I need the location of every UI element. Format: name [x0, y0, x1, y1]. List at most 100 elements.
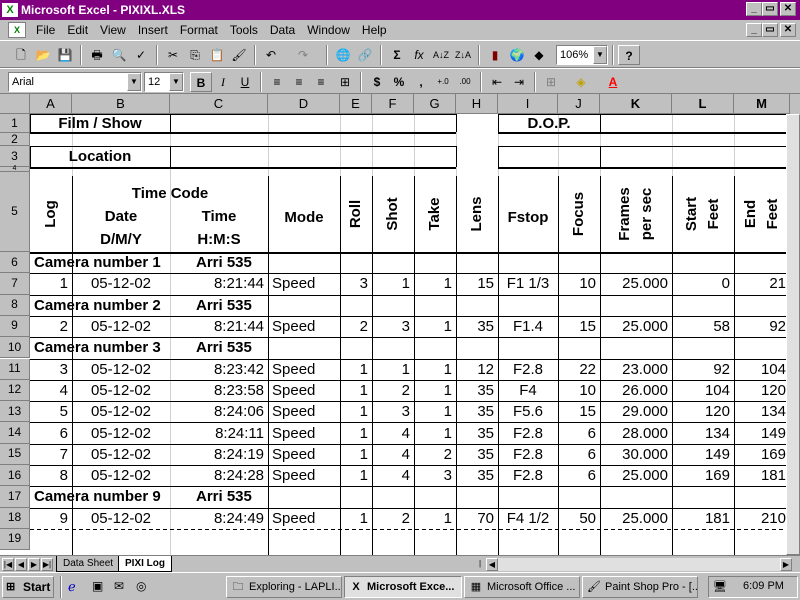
chevron-down-icon[interactable]: ▼	[127, 73, 141, 91]
select-all-corner[interactable]	[0, 94, 30, 114]
horizontal-scrollbar-track[interactable]	[498, 558, 780, 571]
column-header-m[interactable]: M	[734, 94, 790, 114]
web-toolbar-icon[interactable]: 🌐	[332, 45, 354, 65]
start-feet-cell[interactable]: 169	[672, 465, 730, 486]
take-cell[interactable]: 2	[414, 444, 452, 465]
zoom-select[interactable]: 106% ▼	[556, 45, 608, 65]
start-feet-cell[interactable]: 0	[672, 273, 730, 294]
tab-split-handle[interactable]: |	[474, 558, 486, 571]
row-header-9[interactable]: 9	[0, 315, 30, 338]
log-cell[interactable]: 2	[30, 316, 68, 337]
chart-wizard-icon[interactable]: ▮	[484, 45, 506, 65]
start-feet-cell[interactable]: 104	[672, 380, 730, 401]
row-header-13[interactable]: 13	[0, 401, 30, 423]
fps-cell[interactable]: 25.000	[600, 316, 668, 337]
log-cell[interactable]: 8	[30, 465, 68, 486]
currency-icon[interactable]: $	[366, 72, 388, 92]
outlook-icon[interactable]: ✉	[114, 579, 124, 593]
bold-icon[interactable]: B	[190, 72, 212, 92]
open-icon[interactable]: 📂	[32, 45, 54, 65]
percent-icon[interactable]: %	[388, 72, 410, 92]
start-feet-cell[interactable]: 58	[672, 316, 730, 337]
row-header-2[interactable]: 2	[0, 133, 30, 146]
log-cell[interactable]: 3	[30, 359, 68, 380]
focus-cell[interactable]: 15	[558, 316, 596, 337]
focus-cell[interactable]: 10	[558, 380, 596, 401]
take-cell[interactable]: 1	[414, 273, 452, 294]
shot-cell[interactable]: 3	[372, 401, 410, 422]
menu-help[interactable]: Help	[356, 23, 393, 37]
end-feet-cell[interactable]: 210	[734, 508, 786, 529]
close-button[interactable]: ✕	[780, 2, 796, 16]
focus-cell[interactable]: 6	[558, 422, 596, 443]
fstop-cell[interactable]: F4 1/2	[498, 508, 558, 529]
roll-cell[interactable]: 1	[340, 444, 368, 465]
take-cell[interactable]: 3	[414, 465, 452, 486]
date-cell[interactable]: 05-12-02	[72, 508, 170, 529]
row-header-3[interactable]: 3	[0, 146, 30, 167]
shot-cell[interactable]: 4	[372, 422, 410, 443]
vertical-scrollbar[interactable]	[786, 114, 800, 555]
take-cell[interactable]: 1	[414, 422, 452, 443]
log-cell[interactable]: 4	[30, 380, 68, 401]
increase-decimal-icon[interactable]: +.0	[432, 72, 454, 92]
print-icon[interactable]: 🖶	[86, 45, 108, 65]
focus-cell[interactable]: 6	[558, 444, 596, 465]
chevron-down-icon[interactable]: ▼	[169, 73, 183, 91]
doc-restore-button[interactable]: ▭	[762, 23, 778, 37]
fill-color-icon[interactable]: ◈	[570, 72, 592, 92]
new-icon[interactable]: 🗋	[10, 45, 32, 65]
focus-cell[interactable]: 22	[558, 359, 596, 380]
start-feet-cell[interactable]: 134	[672, 422, 730, 443]
copy-icon[interactable]: ⎘	[184, 45, 206, 65]
film-show-field[interactable]	[171, 115, 455, 132]
mode-cell[interactable]: Speed	[272, 359, 338, 380]
fps-cell[interactable]: 26.000	[600, 380, 668, 401]
align-right-icon[interactable]: ≡	[310, 72, 332, 92]
fps-cell[interactable]: 28.000	[600, 422, 668, 443]
sort-ascending-icon[interactable]: A↓Z	[430, 45, 452, 65]
internet-explorer-icon[interactable]: ℯ	[68, 579, 76, 595]
minimize-button[interactable]: _	[746, 2, 762, 16]
workbook-icon[interactable]: X	[8, 22, 26, 38]
lens-cell[interactable]: 12	[456, 359, 494, 380]
autosum-icon[interactable]: Σ	[386, 45, 408, 65]
column-header-k[interactable]: K	[600, 94, 672, 114]
tab-pixi-log[interactable]: PIXI Log	[118, 556, 172, 572]
end-feet-cell[interactable]: 21	[734, 273, 786, 294]
log-cell[interactable]: 9	[30, 508, 68, 529]
redo-icon[interactable]: ↷	[292, 45, 314, 65]
roll-cell[interactable]: 1	[340, 401, 368, 422]
mode-cell[interactable]: Speed	[272, 465, 338, 486]
row-header-8[interactable]: 8	[0, 294, 30, 316]
time-cell[interactable]: 8:21:44	[170, 316, 264, 337]
roll-cell[interactable]: 3	[340, 273, 368, 294]
underline-icon[interactable]: U	[234, 72, 256, 92]
take-cell[interactable]: 1	[414, 401, 452, 422]
cut-icon[interactable]: ✂	[162, 45, 184, 65]
show-desktop-icon[interactable]: ▣	[92, 579, 103, 593]
log-cell[interactable]: 5	[30, 401, 68, 422]
start-feet-cell[interactable]: 92	[672, 359, 730, 380]
sort-descending-icon[interactable]: Z↓A	[452, 45, 474, 65]
row-header-5[interactable]: 5	[0, 172, 30, 252]
format-painter-icon[interactable]: 🖌	[228, 45, 250, 65]
lens-cell[interactable]: 35	[456, 444, 494, 465]
doc-minimize-button[interactable]: _	[746, 23, 762, 37]
fstop-cell[interactable]: F5.6	[498, 401, 558, 422]
roll-cell[interactable]: 1	[340, 359, 368, 380]
fstop-cell[interactable]: F1 1/3	[498, 273, 558, 294]
align-left-icon[interactable]: ≡	[266, 72, 288, 92]
fps-cell[interactable]: 23.000	[600, 359, 668, 380]
roll-cell[interactable]: 1	[340, 465, 368, 486]
save-icon[interactable]: 💾	[54, 45, 76, 65]
time-cell[interactable]: 8:24:28	[170, 465, 264, 486]
location-field[interactable]	[171, 147, 455, 166]
take-cell[interactable]: 1	[414, 508, 452, 529]
shot-cell[interactable]: 2	[372, 380, 410, 401]
merge-center-icon[interactable]: ⊞	[334, 72, 356, 92]
next-sheet-icon[interactable]: ▶	[28, 558, 40, 571]
time-cell[interactable]: 8:24:11	[170, 422, 264, 443]
roll-cell[interactable]: 2	[340, 316, 368, 337]
fps-cell[interactable]: 30.000	[600, 444, 668, 465]
